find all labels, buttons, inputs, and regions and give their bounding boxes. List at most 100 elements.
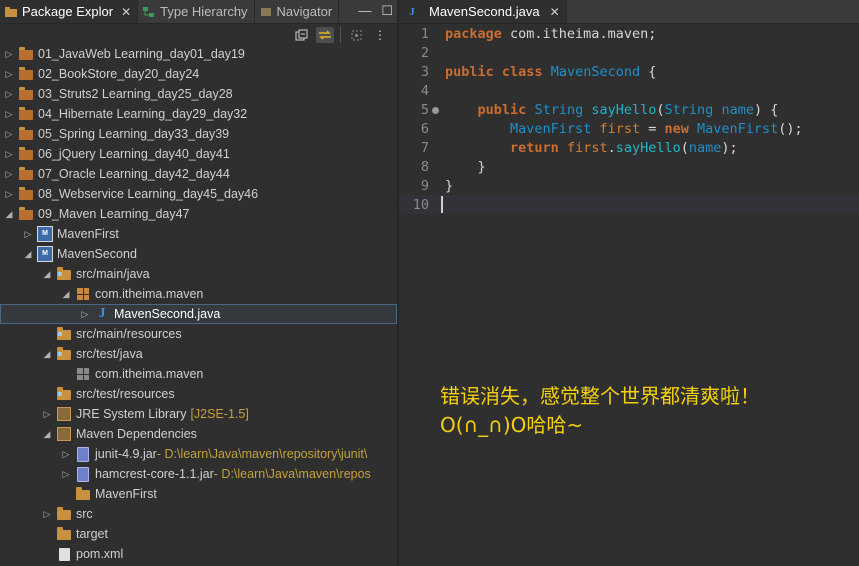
tree-item[interactable]: ◢ M MavenSecond: [0, 244, 397, 264]
tree-item-label: Maven Dependencies: [76, 427, 197, 441]
tree-item-label: com.itheima.maven: [95, 287, 204, 301]
collapsed-arrow-icon[interactable]: ▷: [3, 189, 15, 200]
collapsed-arrow-icon[interactable]: ▷: [22, 229, 34, 240]
tree-item[interactable]: ▷ JRE System Library [J2SE-1.5]: [0, 404, 397, 424]
collapsed-arrow-icon[interactable]: ▷: [41, 509, 53, 520]
tree-item[interactable]: ▷ hamcrest-core-1.1.jar - D:\learn\Java\m…: [0, 464, 397, 484]
package-icon: [75, 287, 91, 301]
collapsed-arrow-icon[interactable]: ▷: [60, 449, 72, 460]
close-icon[interactable]: ✕: [121, 5, 131, 19]
collapsed-arrow-icon[interactable]: ▷: [3, 109, 15, 120]
folder-icon: [56, 527, 72, 541]
tree-item[interactable]: ▷ 02_BookStore_day20_day24: [0, 64, 397, 84]
tree-item[interactable]: ◢ com.itheima.maven: [0, 284, 397, 304]
tree-item[interactable]: ▷ 03_Struts2 Learning_day25_day28: [0, 84, 397, 104]
tree-item[interactable]: ▷ 05_Spring Learning_day33_day39: [0, 124, 397, 144]
expanded-arrow-icon[interactable]: ◢: [60, 289, 72, 300]
tree-item-label: 03_Struts2 Learning_day25_day28: [38, 87, 233, 101]
tree-item[interactable]: target: [0, 524, 397, 544]
java-file-icon: J: [98, 306, 106, 321]
link-with-editor-icon[interactable]: [316, 27, 334, 43]
tree-item-label: 09_Maven Learning_day47: [38, 207, 190, 221]
view-window-controls: — ☐: [358, 3, 393, 19]
tree-item-decoration: - D:\learn\Java\maven\repos: [213, 467, 371, 481]
code-text: public class MavenSecond {: [445, 63, 657, 80]
tree-item[interactable]: ▷ 01_JavaWeb Learning_day01_day19: [0, 44, 397, 64]
tree-item[interactable]: ▷ 07_Oracle Learning_day42_day44: [0, 164, 397, 184]
close-icon[interactable]: ✕: [550, 5, 560, 19]
java-file-icon: J: [409, 5, 415, 18]
editor-tab-label: MavenSecond.java: [429, 4, 540, 19]
tree-item[interactable]: pom.xml: [0, 544, 397, 564]
expanded-arrow-icon[interactable]: ◢: [22, 249, 34, 260]
source-folder-icon: [56, 387, 72, 401]
project-folder-icon: [18, 207, 34, 221]
code-line: 5 public String sayHello(String name) {: [399, 100, 859, 119]
fold-toggle-icon[interactable]: [432, 106, 439, 114]
toolbar-separator: [340, 27, 341, 43]
library-icon: [56, 427, 72, 441]
collapsed-arrow-icon[interactable]: ▷: [41, 409, 53, 420]
tree-item[interactable]: MavenFirst: [0, 484, 397, 504]
tree-item[interactable]: ◢ src/test/java: [0, 344, 397, 364]
tree-item-label: MavenFirst: [95, 487, 157, 501]
source-folder-icon: [56, 327, 72, 341]
collapsed-arrow-icon[interactable]: ▷: [3, 69, 15, 80]
view-menu-icon[interactable]: ⋮: [371, 27, 389, 43]
project-folder-icon: [18, 167, 34, 181]
project-folder-icon: [18, 127, 34, 141]
code-editor[interactable]: 1 package com.itheima.maven; 2 3 public cl…: [399, 24, 859, 566]
code-text: }: [445, 158, 486, 175]
tab-type-hierarchy[interactable]: Type Hierarchy: [138, 0, 255, 23]
source-folder-icon: [56, 267, 72, 281]
tree-item[interactable]: ▷ src: [0, 504, 397, 524]
tree-item[interactable]: ▷ 08_Webservice Learning_day45_day46: [0, 184, 397, 204]
tree-item[interactable]: ▷ junit-4.9.jar - D:\learn\Java\maven\rep…: [0, 444, 397, 464]
explorer-toolbar: ⋮: [0, 24, 397, 46]
collapsed-arrow-icon[interactable]: ▷: [3, 49, 15, 60]
collapsed-arrow-icon[interactable]: ▷: [60, 469, 72, 480]
collapsed-arrow-icon[interactable]: ▷: [3, 129, 15, 140]
tree-item[interactable]: ▷ J MavenSecond.java: [0, 304, 397, 324]
tree-item-label: 08_Webservice Learning_day45_day46: [38, 187, 259, 201]
tab-label: Package Explor: [22, 4, 114, 19]
project-folder-icon: [18, 87, 34, 101]
tree-item[interactable]: src/main/resources: [0, 324, 397, 344]
maximize-icon[interactable]: ☐: [381, 3, 393, 19]
tab-navigator[interactable]: Navigator: [255, 0, 340, 23]
tree-item-label: 02_BookStore_day20_day24: [38, 67, 200, 81]
collapsed-arrow-icon[interactable]: ▷: [79, 309, 91, 320]
minimize-icon[interactable]: —: [358, 3, 371, 19]
code-line: 1 package com.itheima.maven;: [399, 24, 859, 43]
tab-label: Type Hierarchy: [160, 4, 248, 19]
tree-item[interactable]: com.itheima.maven: [0, 364, 397, 384]
code-text: MavenFirst first = new MavenFirst();: [510, 120, 803, 137]
annotation-line-2: O(∩_∩)O哈哈~: [440, 413, 584, 437]
expanded-arrow-icon[interactable]: ◢: [41, 349, 53, 360]
expanded-arrow-icon[interactable]: ◢: [3, 209, 15, 220]
line-number: 3: [420, 63, 429, 80]
expanded-arrow-icon[interactable]: ◢: [41, 429, 53, 440]
folder-icon: [75, 487, 91, 501]
navigator-icon: [259, 5, 273, 19]
tree-item[interactable]: src/test/resources: [0, 384, 397, 404]
left-tab-bar: Package Explor ✕ Type Hierarchy Navigato…: [0, 0, 397, 24]
tree-item-label: 07_Oracle Learning_day42_day44: [38, 167, 230, 181]
code-line: 7 return first.sayHello(name);: [399, 138, 859, 157]
expanded-arrow-icon[interactable]: ◢: [41, 269, 53, 280]
collapsed-arrow-icon[interactable]: ▷: [3, 169, 15, 180]
tab-mavensecond-java[interactable]: J MavenSecond.java ✕: [399, 0, 567, 23]
collapsed-arrow-icon[interactable]: ▷: [3, 89, 15, 100]
collapse-all-icon[interactable]: [292, 27, 310, 43]
tab-package-explorer[interactable]: Package Explor ✕: [0, 0, 139, 23]
tree-item[interactable]: ◢ Maven Dependencies: [0, 424, 397, 444]
tree-item[interactable]: ▷ 06_jQuery Learning_day40_day41: [0, 144, 397, 164]
tree-item[interactable]: ◢ src/main/java: [0, 264, 397, 284]
annotation-line-1: 错误消失，感觉整个世界都清爽啦！: [440, 384, 760, 408]
collapsed-arrow-icon[interactable]: ▷: [3, 149, 15, 160]
tree-item[interactable]: ▷ 04_Hibernate Learning_day29_day32: [0, 104, 397, 124]
maven-project-icon: M: [37, 226, 53, 242]
focus-icon[interactable]: [347, 27, 365, 43]
tree-item[interactable]: ▷ M MavenFirst: [0, 224, 397, 244]
tree-item[interactable]: ◢ 09_Maven Learning_day47: [0, 204, 397, 224]
